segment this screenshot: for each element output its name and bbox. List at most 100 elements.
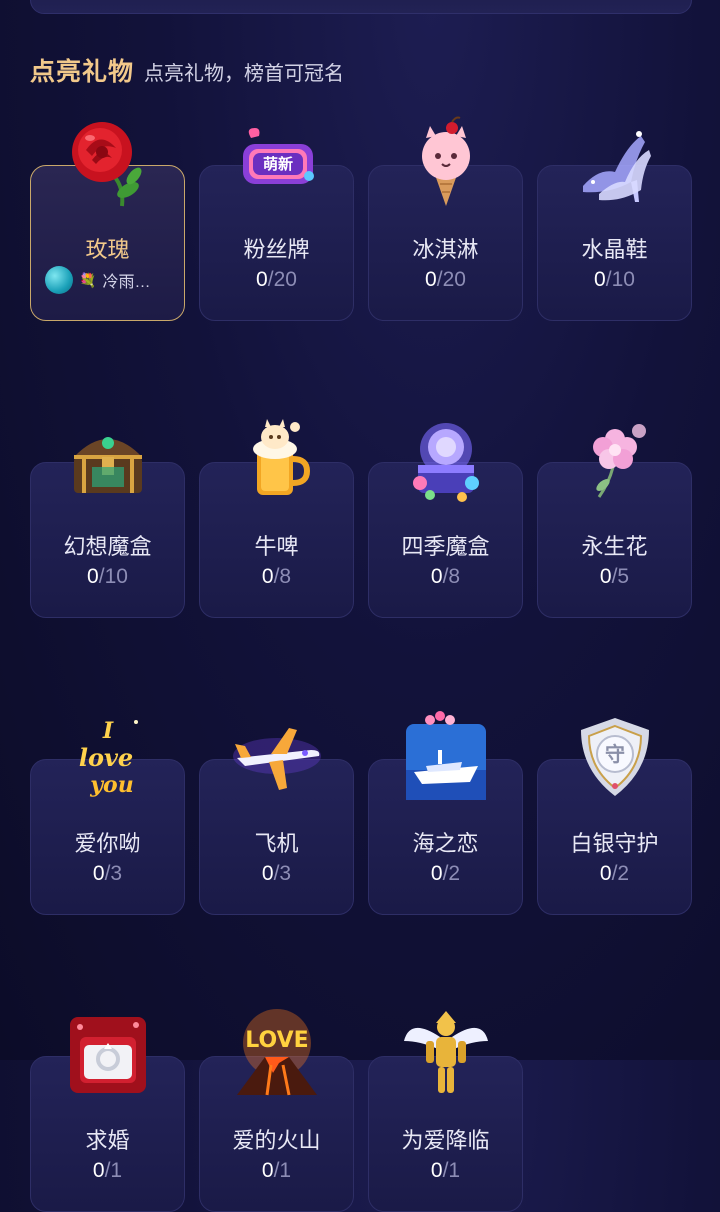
gift-progress: 0/10 bbox=[538, 268, 691, 292]
gift-card-fan-badge[interactable]: 萌新 粉丝牌 0/20 bbox=[199, 128, 354, 321]
crystal-shoe-icon bbox=[569, 116, 661, 208]
progress-count: 0 bbox=[92, 862, 105, 885]
svg-text:you: you bbox=[89, 772, 133, 798]
svg-text:LOVE: LOVE bbox=[245, 1028, 308, 1053]
gift-name: 爱你呦 bbox=[74, 831, 141, 856]
fan-badge-icon: 萌新 bbox=[231, 116, 323, 208]
progress-total: /1 bbox=[442, 1159, 461, 1182]
svg-text:love: love bbox=[78, 743, 132, 772]
gift-progress: 0/8 bbox=[200, 565, 353, 589]
progress-count: 0 bbox=[425, 268, 437, 291]
gift-card-crystal-shoe[interactable]: 水晶鞋 0/10 bbox=[537, 131, 692, 321]
progress-total: /2 bbox=[611, 862, 630, 885]
gift-name: 粉丝牌 bbox=[243, 237, 310, 262]
gift-card-proposal[interactable]: 求婚 0/1 bbox=[30, 1017, 185, 1212]
progress-count: 0 bbox=[430, 565, 443, 588]
gift-card-beer[interactable]: 牛啤 0/8 bbox=[199, 419, 354, 618]
gift-name: 飞机 bbox=[254, 831, 299, 856]
gift-name: 冰淇淋 bbox=[412, 237, 479, 262]
gift-progress: 0/2 bbox=[538, 862, 691, 886]
gift-card-love-descend[interactable]: 为爱降临 0/1 bbox=[368, 1011, 523, 1212]
gift-name: 为爱降临 bbox=[401, 1128, 490, 1153]
gift-progress: 0/1 bbox=[200, 1159, 353, 1183]
progress-total: /3 bbox=[273, 862, 292, 885]
treasure-chest-icon bbox=[62, 413, 154, 505]
gift-progress: 0/1 bbox=[369, 1159, 522, 1183]
gift-card-four-season-box[interactable]: 四季魔盒 0/8 bbox=[368, 423, 523, 618]
progress-count: 0 bbox=[430, 862, 443, 885]
progress-total: /20 bbox=[267, 268, 297, 291]
gift-name: 牛啤 bbox=[254, 534, 299, 559]
gift-progress: 0/20 bbox=[369, 268, 522, 292]
gift-name: 幻想魔盒 bbox=[63, 534, 152, 559]
airplane-icon bbox=[231, 710, 323, 802]
golden-knight-icon bbox=[400, 1007, 492, 1099]
gift-card-love-you[interactable]: I love you 爱你呦 0/3 bbox=[30, 718, 185, 915]
gift-name: 玫瑰 bbox=[85, 237, 130, 262]
top-holder: 💐 冷雨… bbox=[45, 266, 176, 294]
progress-total: /2 bbox=[442, 862, 461, 885]
rose-icon bbox=[62, 116, 154, 208]
progress-total: /1 bbox=[104, 1159, 123, 1182]
svg-text:守: 守 bbox=[605, 742, 625, 766]
gift-name: 爱的火山 bbox=[232, 1128, 321, 1153]
gift-progress: 0/10 bbox=[31, 565, 184, 589]
gift-name: 海之恋 bbox=[412, 831, 479, 856]
gift-progress: 0/1 bbox=[31, 1159, 184, 1183]
progress-count: 0 bbox=[430, 1159, 443, 1182]
progress-total: /10 bbox=[605, 268, 635, 291]
gift-name: 水晶鞋 bbox=[581, 237, 648, 262]
progress-total: /3 bbox=[104, 862, 123, 885]
section-title: 点亮礼物 bbox=[30, 58, 135, 86]
gift-card-sea-love[interactable]: 海之恋 0/2 bbox=[368, 711, 523, 915]
section-subtitle: 点亮礼物，榜首可冠名 bbox=[144, 63, 345, 85]
progress-count: 0 bbox=[87, 565, 99, 588]
ice-cream-icon bbox=[400, 116, 492, 208]
svg-text:萌新: 萌新 bbox=[262, 155, 292, 173]
gift-card-eternal-flower[interactable]: 永生花 0/5 bbox=[537, 424, 692, 618]
gift-progress: 0/8 bbox=[369, 565, 522, 589]
progress-count: 0 bbox=[261, 565, 274, 588]
gift-name: 四季魔盒 bbox=[401, 534, 490, 559]
progress-total: /5 bbox=[611, 565, 630, 588]
gift-card-airplane[interactable]: 飞机 0/3 bbox=[199, 728, 354, 915]
gift-progress: 0/2 bbox=[369, 862, 522, 886]
ring-box-icon bbox=[62, 1007, 154, 1099]
progress-count: 0 bbox=[261, 1159, 274, 1182]
beer-icon bbox=[231, 413, 323, 505]
gift-card-silver-guard[interactable]: 守 白银守护 0/2 bbox=[537, 718, 692, 915]
gift-name: 求婚 bbox=[85, 1128, 130, 1153]
top-card bbox=[30, 0, 692, 14]
progress-total: /8 bbox=[442, 565, 461, 588]
progress-count: 0 bbox=[599, 862, 612, 885]
holder-name: 冷雨… bbox=[102, 274, 151, 291]
holder-badge: 💐 bbox=[79, 271, 97, 288]
gift-progress: 0/20 bbox=[200, 268, 353, 292]
progress-count: 0 bbox=[92, 1159, 105, 1182]
gift-card-ice-cream[interactable]: 冰淇淋 0/20 bbox=[368, 116, 523, 321]
gift-card-love-volcano[interactable]: LOVE 爱的火山 0/1 bbox=[199, 1009, 354, 1212]
progress-count: 0 bbox=[256, 268, 268, 291]
flower-icon bbox=[569, 413, 661, 505]
gift-grid: 玫瑰 💐 冷雨… 萌新 粉丝牌 0/20 冰淇淋 0/20 水晶鞋 0/10 幻… bbox=[30, 110, 692, 1212]
progress-count: 0 bbox=[594, 268, 606, 291]
gift-progress: 0/3 bbox=[31, 862, 184, 886]
progress-total: /20 bbox=[436, 268, 466, 291]
progress-count: 0 bbox=[599, 565, 612, 588]
magic-box-icon bbox=[400, 413, 492, 505]
silver-shield-icon: 守 bbox=[569, 710, 661, 802]
svg-text:I: I bbox=[101, 718, 113, 744]
gift-name: 永生花 bbox=[581, 534, 648, 559]
yacht-icon bbox=[400, 710, 492, 802]
progress-count: 0 bbox=[261, 862, 274, 885]
avatar bbox=[45, 266, 73, 294]
gift-progress: 0/5 bbox=[538, 565, 691, 589]
gift-progress: 0/3 bbox=[200, 862, 353, 886]
gift-card-fantasy-box[interactable]: 幻想魔盒 0/10 bbox=[30, 437, 185, 618]
gift-card-rose[interactable]: 玫瑰 💐 冷雨… bbox=[30, 122, 185, 321]
progress-total: /8 bbox=[273, 565, 292, 588]
i-love-you-icon: I love you bbox=[62, 710, 154, 802]
progress-total: /1 bbox=[273, 1159, 292, 1182]
gift-name: 白银守护 bbox=[570, 831, 659, 856]
section-header: 点亮礼物 点亮礼物，榜首可冠名 bbox=[30, 52, 344, 88]
